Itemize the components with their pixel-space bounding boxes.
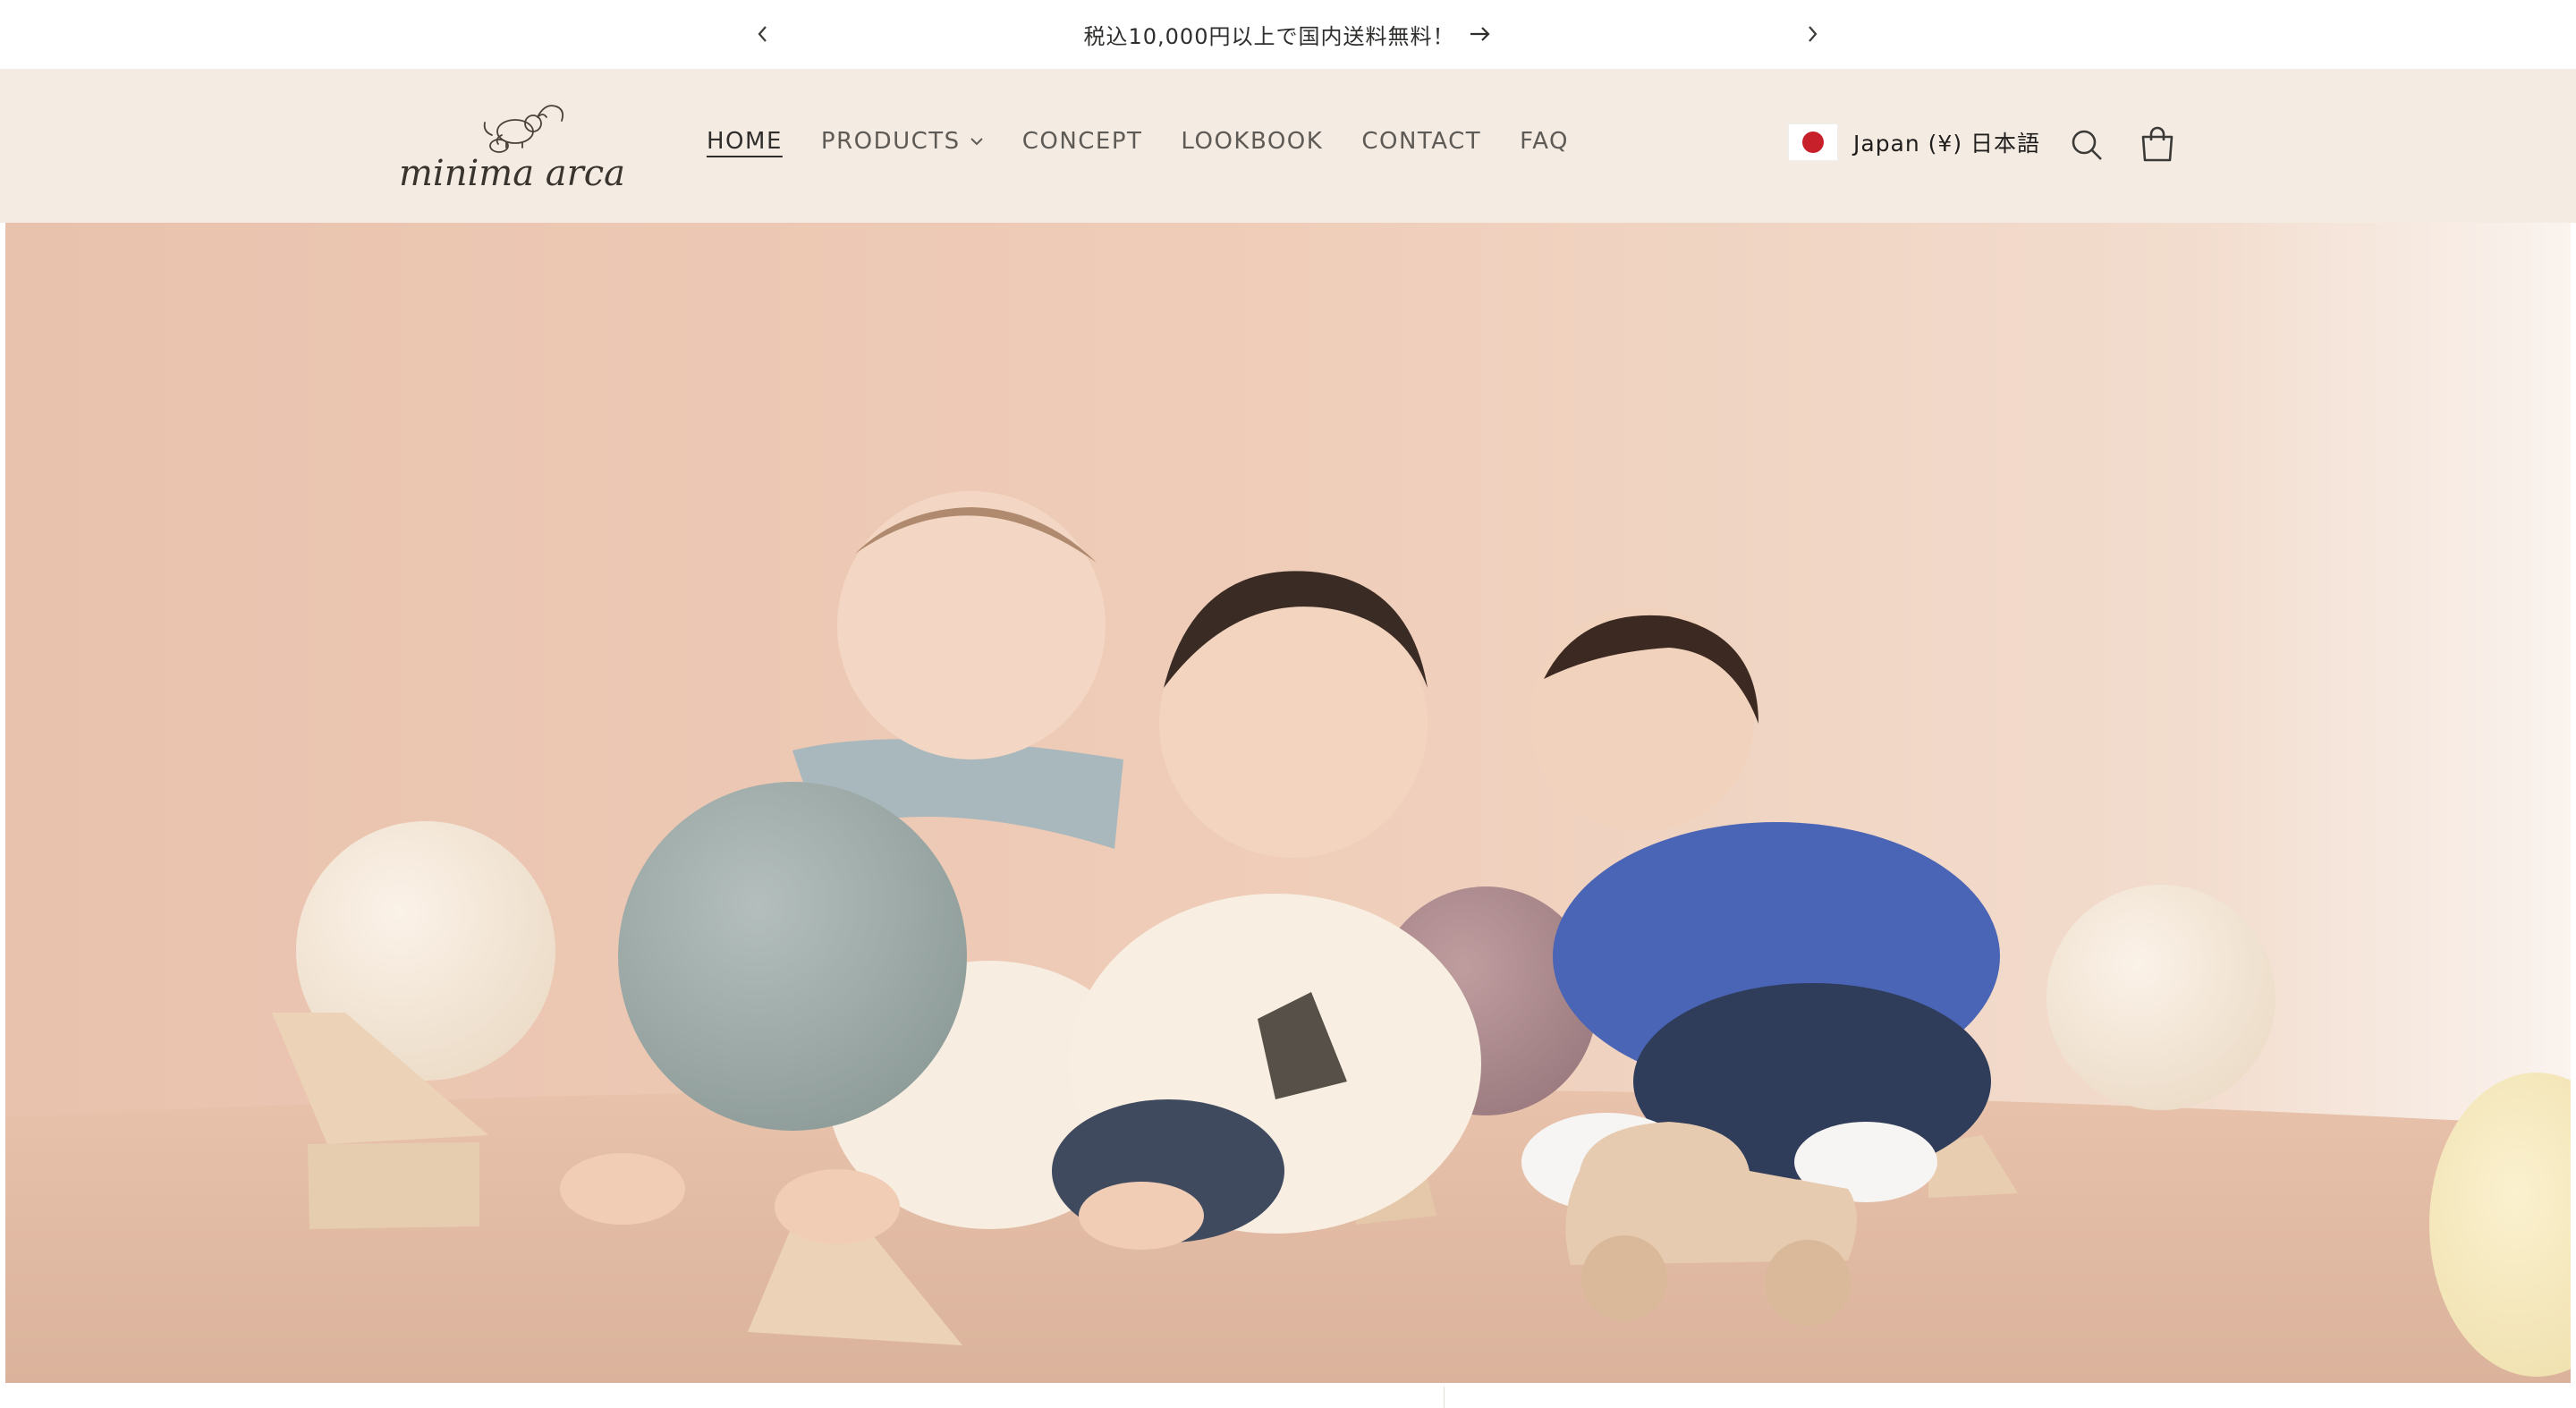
search-button[interactable]	[2064, 123, 2109, 167]
logo[interactable]: minima arca	[399, 96, 649, 203]
main-nav: HOME PRODUCTS CONCEPT LOOKBOOK CONTACT F…	[707, 119, 1607, 164]
nav-item-lookbook-label: LOOKBOOK	[1181, 128, 1324, 155]
bottom-strip	[0, 1383, 2576, 1408]
nav-item-home[interactable]: HOME	[707, 119, 783, 164]
locale-selector[interactable]: Japan (¥) 日本語	[1789, 123, 2040, 162]
nav-item-faq[interactable]: FAQ	[1520, 119, 1569, 164]
announcement-message[interactable]: 税込10,000円以上で国内送料無料！	[0, 16, 2576, 52]
nav-item-concept[interactable]: CONCEPT	[1022, 119, 1143, 164]
logo-text: minima arca	[399, 153, 625, 194]
japan-flag-icon	[1789, 124, 1837, 160]
nav-item-products[interactable]: PRODUCTS	[821, 119, 984, 164]
hero-photo	[5, 223, 2571, 1383]
site-header: minima arca HOME PRODUCTS CONCEPT LOOKBO…	[0, 69, 2576, 223]
locale-label: Japan (¥) 日本語	[1853, 131, 2041, 157]
nav-item-faq-label: FAQ	[1520, 128, 1569, 155]
nav-item-home-label: HOME	[707, 128, 783, 155]
nav-item-contact[interactable]: CONTACT	[1361, 119, 1481, 164]
nav-item-contact-label: CONTACT	[1361, 128, 1482, 155]
cart-icon	[2141, 126, 2174, 162]
nav-item-lookbook[interactable]: LOOKBOOK	[1181, 119, 1323, 164]
cart-button[interactable]	[2135, 123, 2180, 167]
announcement-next-button[interactable]	[1794, 16, 1830, 52]
arrow-right-icon	[1470, 27, 1491, 41]
chevron-down-icon	[970, 138, 983, 146]
announcement-text: 税込10,000円以上で国内送料無料！	[1083, 23, 1455, 49]
chevron-right-icon	[1809, 26, 1818, 42]
hero-banner[interactable]	[5, 223, 2571, 1383]
nav-item-products-label: PRODUCTS	[820, 128, 961, 155]
search-icon	[2072, 130, 2102, 160]
announcement-bar: 税込10,000円以上で国内送料無料！	[0, 0, 2576, 69]
nav-item-concept-label: CONCEPT	[1021, 128, 1143, 155]
divider	[1444, 1387, 1445, 1408]
